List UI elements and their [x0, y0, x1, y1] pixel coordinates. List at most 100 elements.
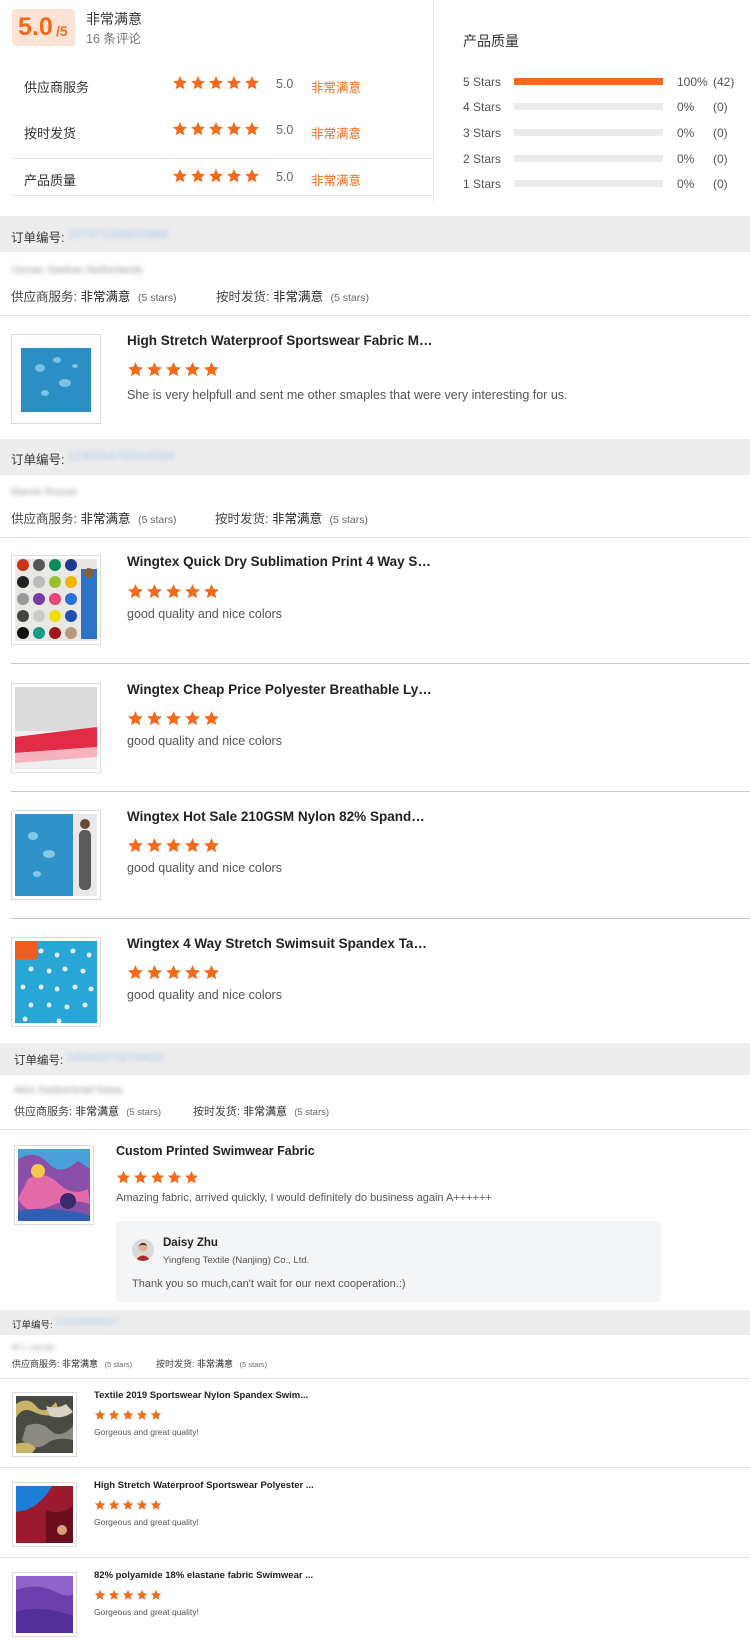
product-thumbnail[interactable]	[11, 937, 101, 1027]
supplier-service-value: 非常满意	[75, 1106, 120, 1118]
star-icon	[146, 837, 163, 854]
product-rating-stars	[94, 1589, 164, 1600]
buyer-name: M L Lincoln	[12, 1342, 56, 1352]
rating-row-quality[interactable]: 产品质量 5.0 非常满意	[12, 158, 434, 196]
overall-score-max: /5	[56, 23, 68, 39]
rating-label: 产品质量	[24, 173, 77, 188]
product-image	[16, 1396, 73, 1453]
rating-value: 5.0	[276, 123, 294, 137]
divider	[0, 1378, 750, 1379]
order-number-label: 订单编号:	[14, 1055, 64, 1067]
rating-row-ontime: 按时发货 5.0 非常满意	[12, 112, 434, 150]
star-bar-percent: 0%	[677, 100, 695, 114]
order-header: 订单编号: 1230054789316584	[0, 439, 750, 475]
star-icon	[127, 964, 144, 981]
overall-score: 5.0	[18, 13, 53, 41]
ontime-delivery-label: 按时发货:	[156, 1359, 195, 1369]
reply-company-name: Yingfeng Textile (Nanjing) Co., Ltd.	[163, 1255, 310, 1266]
star-icon	[184, 837, 201, 854]
order-number-label: 订单编号:	[11, 453, 65, 467]
product-thumbnail[interactable]	[11, 683, 101, 773]
star-icon	[165, 710, 182, 727]
review-comment: good quality and nice colors	[127, 607, 282, 621]
order-number-value[interactable]: 1058420718709623	[66, 1052, 164, 1064]
product-title[interactable]: Custom Printed Swimwear Fabric	[116, 1144, 436, 1158]
review-comment: good quality and nice colors	[127, 734, 282, 748]
star-icon	[172, 168, 188, 184]
divider	[0, 1557, 750, 1558]
product-thumbnail[interactable]	[11, 555, 101, 645]
star-icon	[108, 1589, 120, 1601]
product-title[interactable]: High Stretch Waterproof Sportswear Polye…	[94, 1480, 314, 1491]
product-title[interactable]: 82% polyamide 18% elastane fabric Swimwe…	[94, 1570, 314, 1581]
star-icon	[203, 837, 220, 854]
rating-stars	[172, 75, 262, 93]
star-icon	[190, 75, 206, 91]
product-rating-stars	[116, 1170, 201, 1184]
order-number-label: 订单编号:	[11, 231, 65, 245]
star-bar-count: (0)	[713, 152, 728, 166]
ontime-delivery-rating: 按时发货: 非常满意 (5 stars)	[216, 286, 369, 305]
overall-score-badge: 5.0 /5	[12, 9, 75, 46]
ontime-delivery-stars: (5 stars)	[239, 1360, 268, 1369]
product-title[interactable]: Wingtex Cheap Price Polyester Breathable…	[127, 682, 432, 697]
star-icon	[226, 168, 242, 184]
product-thumbnail[interactable]	[12, 1482, 77, 1547]
rating-value: 5.0	[276, 170, 294, 184]
product-image	[15, 559, 97, 641]
star-icon	[146, 710, 163, 727]
rating-row-supplier: 供应商服务 5.0 非常满意	[12, 66, 434, 104]
product-title[interactable]: High Stretch Waterproof Sportswear Fabri…	[127, 333, 437, 348]
review-count: 16 条评论	[86, 32, 141, 46]
rating-text: 非常满意	[311, 127, 362, 141]
star-bar-row[interactable]: 1 Stars 0% (0)	[463, 175, 750, 193]
order-number-value[interactable]: 107471209010894	[68, 227, 168, 241]
review-comment: good quality and nice colors	[127, 861, 282, 875]
star-icon	[108, 1499, 120, 1511]
supplier-service-stars: (5 stars)	[126, 1107, 162, 1118]
star-icon	[165, 837, 182, 854]
supplier-service-stars: (5 stars)	[137, 514, 177, 526]
star-bar-row[interactable]: 4 Stars 0% (0)	[463, 98, 750, 116]
supplier-service-rating: 供应商服务: 非常满意 (5 stars)	[11, 286, 176, 305]
star-bar-percent: 0%	[677, 177, 695, 191]
order-number-value[interactable]: 1023108505047	[54, 1317, 119, 1327]
review-comment: Amazing fabric, arrived quickly, I would…	[116, 1192, 492, 1204]
star-bar-percent: 0%	[677, 126, 695, 140]
star-bar-label: 3 Stars	[463, 126, 502, 140]
divider	[0, 537, 750, 538]
star-bar-count: (0)	[713, 126, 728, 140]
star-bar-row[interactable]: 5 Stars 100% (42)	[463, 73, 750, 91]
order-number-value[interactable]: 1230054789316584	[68, 449, 175, 463]
product-title[interactable]: Wingtex 4 Way Stretch Swimsuit Spandex T…	[127, 936, 432, 951]
star-icon	[94, 1589, 106, 1601]
ontime-delivery-value: 非常满意	[197, 1359, 234, 1369]
order-number-label: 订单编号:	[12, 1320, 53, 1331]
star-icon	[127, 710, 144, 727]
star-icon	[165, 361, 182, 378]
product-thumbnail[interactable]	[11, 810, 101, 900]
product-thumbnail[interactable]	[11, 334, 101, 424]
product-title[interactable]: Textile 2019 Sportswear Nylon Spandex Sw…	[94, 1390, 314, 1401]
star-bar-row[interactable]: 3 Stars 0% (0)	[463, 124, 750, 142]
product-image	[15, 687, 97, 769]
product-thumbnail[interactable]	[14, 1145, 94, 1225]
star-bar-track	[514, 129, 663, 136]
product-title[interactable]: Wingtex Hot Sale 210GSM Nylon 82% Spande…	[127, 809, 432, 824]
product-rating-stars	[94, 1409, 164, 1420]
rating-stars	[172, 168, 262, 186]
star-bar-row[interactable]: 2 Stars 0% (0)	[463, 150, 750, 168]
supplier-service-stars: (5 stars)	[104, 1360, 133, 1369]
product-image	[15, 941, 97, 1023]
supplier-service-label: 供应商服务:	[11, 290, 77, 304]
star-icon	[136, 1589, 148, 1601]
ontime-delivery-label: 按时发货:	[193, 1106, 241, 1118]
ontime-delivery-stars: (5 stars)	[330, 292, 369, 304]
product-rating-stars	[127, 361, 222, 377]
product-thumbnail[interactable]	[12, 1392, 77, 1457]
product-title[interactable]: Wingtex Quick Dry Sublimation Print 4 Wa…	[127, 554, 432, 569]
product-thumbnail[interactable]	[12, 1572, 77, 1637]
rating-value: 5.0	[276, 77, 294, 91]
review-comment: She is very helpfull and sent me other s…	[127, 388, 568, 402]
star-icon	[184, 1170, 199, 1185]
